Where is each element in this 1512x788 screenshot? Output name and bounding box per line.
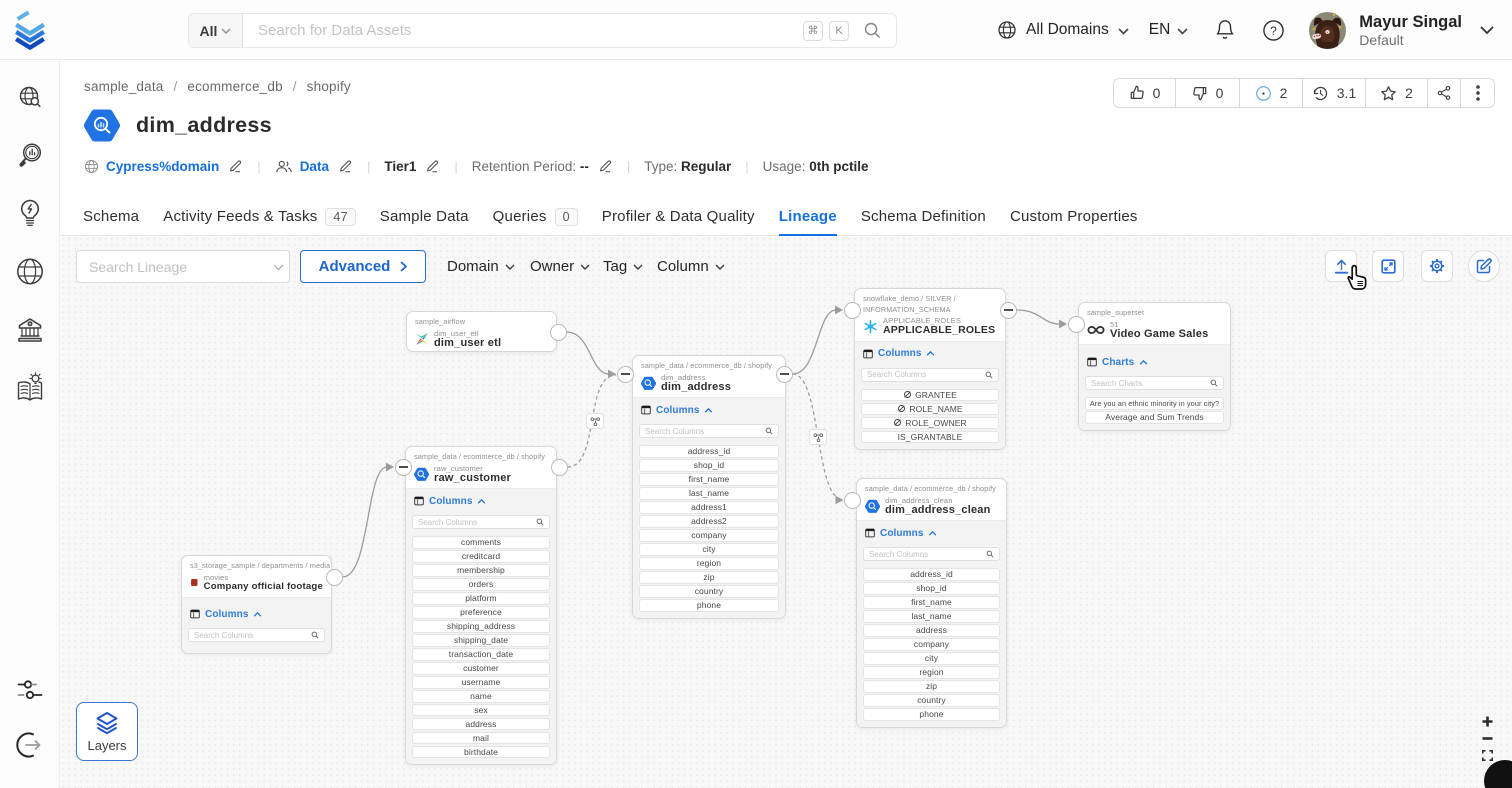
svg-text:?: ? xyxy=(1270,23,1277,37)
